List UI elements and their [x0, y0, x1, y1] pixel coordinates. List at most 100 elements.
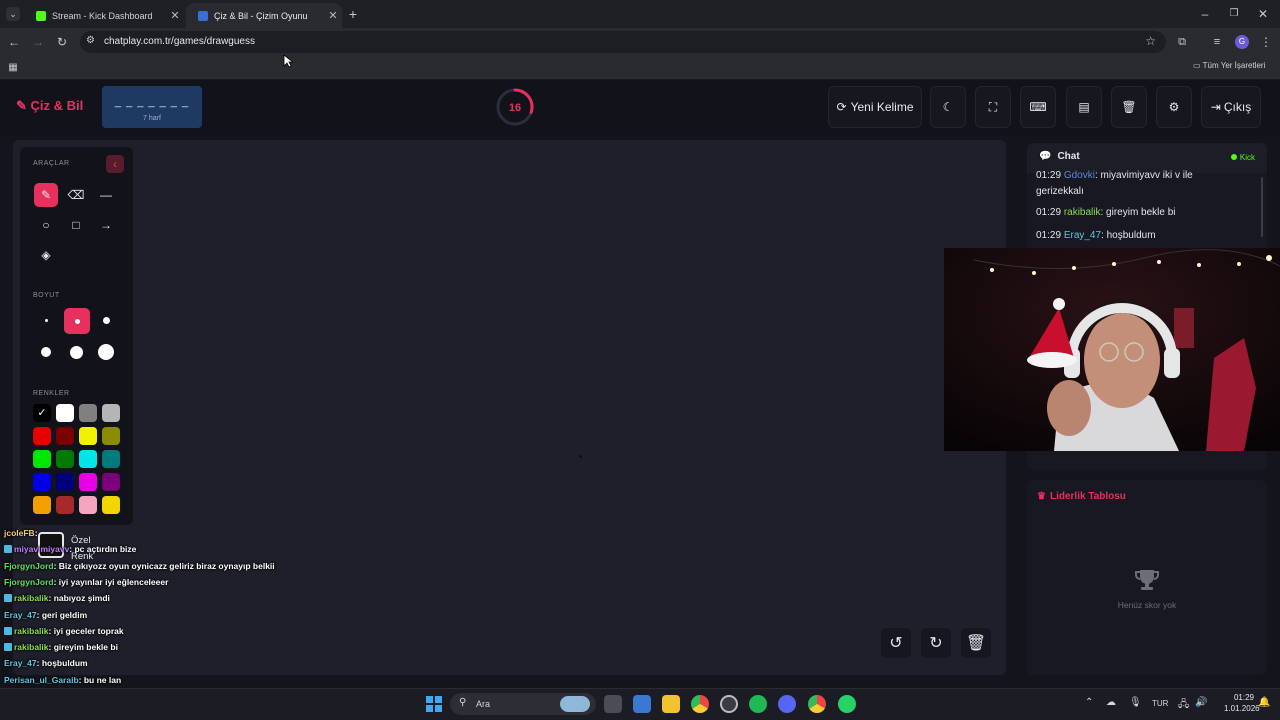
color-swatch[interactable]	[56, 473, 74, 491]
color-swatch[interactable]	[102, 473, 120, 491]
color-swatch[interactable]	[33, 450, 51, 468]
undo-button[interactable]: ↺	[881, 628, 911, 658]
color-swatch[interactable]	[102, 450, 120, 468]
volume-icon[interactable]: 🔊	[1195, 697, 1207, 708]
close-tab-icon[interactable]: ✕	[166, 9, 184, 22]
color-swatch[interactable]: ✓	[33, 404, 51, 422]
size-2[interactable]	[64, 308, 90, 334]
redo-button[interactable]: ↻	[921, 628, 951, 658]
obs-icon[interactable]	[720, 695, 738, 713]
eraser-icon: ⌫	[67, 188, 85, 202]
language-indicator[interactable]: TUR	[1152, 699, 1168, 708]
taskbar-clock[interactable]: 01:29 1.01.2026	[1224, 692, 1260, 714]
browser-menu-icon[interactable]: ⋮	[1258, 35, 1274, 49]
forward-icon[interactable]: →	[30, 35, 46, 49]
overlay-chat-line: rakibalik: gireyim bekle bi	[4, 642, 118, 652]
tab-ciz-bil[interactable]: Çiz & Bil - Çizim Oyunu ✕	[186, 3, 342, 28]
file-explorer-icon[interactable]	[662, 695, 680, 713]
circle-tool[interactable]: ○	[34, 213, 58, 237]
drawing-canvas[interactable]	[13, 140, 1006, 675]
clear-canvas-button[interactable]: 🗑	[961, 628, 991, 658]
chrome-active-icon[interactable]	[808, 695, 826, 713]
size-3[interactable]	[94, 308, 118, 332]
tab-kick-dashboard[interactable]: Stream - Kick Dashboard ✕	[24, 3, 184, 28]
tab-search-icon[interactable]: ⌄	[6, 7, 20, 21]
color-swatch[interactable]	[102, 404, 120, 422]
chat-scrollbar[interactable]	[1261, 177, 1263, 237]
color-swatch[interactable]	[79, 496, 97, 514]
spotify-icon[interactable]	[749, 695, 767, 713]
minimize-icon[interactable]: –	[1197, 7, 1213, 21]
window-close-icon[interactable]: ✕	[1255, 7, 1271, 21]
bookmarks-bar: ▦ ▭ Tüm Yer İşaretleri	[0, 56, 1280, 80]
whatsapp-icon[interactable]	[838, 695, 856, 713]
media-controls-icon[interactable]: ≡	[1209, 35, 1225, 49]
profile-avatar[interactable]: G	[1235, 35, 1249, 49]
color-swatch[interactable]	[56, 404, 74, 422]
rectangle-tool[interactable]: □	[64, 213, 88, 237]
color-swatch[interactable]	[33, 496, 51, 514]
keyboard-button[interactable]: ⌨	[1020, 86, 1056, 128]
color-swatch[interactable]	[79, 404, 97, 422]
site-settings-icon[interactable]: ⚙	[86, 35, 95, 46]
folder-icon: ▭	[1193, 61, 1201, 70]
url-text[interactable]: chatplay.com.tr/games/drawguess	[104, 36, 255, 47]
windows-start-icon[interactable]	[426, 696, 442, 712]
store-icon[interactable]	[633, 695, 651, 713]
exit-button[interactable]: ⇥ Çıkış	[1201, 86, 1261, 128]
size-6[interactable]	[94, 340, 118, 364]
size-4[interactable]	[34, 340, 58, 364]
undo-icon: ↺	[889, 635, 903, 652]
color-swatch[interactable]	[102, 496, 120, 514]
color-swatch[interactable]	[33, 427, 51, 445]
fill-tool[interactable]: ◈	[34, 243, 58, 267]
delete-button[interactable]: 🗑	[1111, 86, 1147, 128]
settings-button[interactable]: ⚙	[1156, 86, 1192, 128]
network-icon[interactable]: 🖧	[1178, 697, 1189, 714]
arrow-tool[interactable]: →	[94, 213, 118, 237]
fullscreen-button[interactable]: ⛶	[975, 86, 1011, 128]
collapse-panel-icon[interactable]: ‹	[106, 155, 124, 173]
restore-icon[interactable]: ❐	[1226, 7, 1242, 21]
tools-panel: ARAÇLAR ‹ ✎ ⌫ — ○ □ → ◈ BOYUT RENKLER ✓	[20, 147, 133, 525]
color-swatch[interactable]	[79, 427, 97, 445]
task-view-icon[interactable]	[604, 695, 622, 713]
bookmark-star-icon[interactable]: ☆	[1145, 34, 1156, 48]
tray-chevron-icon[interactable]: ⌃	[1085, 697, 1093, 708]
address-bar[interactable]: ⚙ chatplay.com.tr/games/drawguess ☆	[80, 31, 1166, 53]
color-swatch[interactable]	[79, 473, 97, 491]
color-swatch[interactable]	[79, 450, 97, 468]
color-swatch[interactable]	[56, 450, 74, 468]
overlay-chat-line: FjorgynJord: iyi yayınlar iyi eğlencelee…	[4, 576, 169, 587]
archive-button[interactable]: ▤	[1066, 86, 1102, 128]
notifications-icon[interactable]: 🔔	[1258, 697, 1270, 708]
canvas-dot	[579, 455, 582, 458]
size-1[interactable]	[34, 308, 58, 332]
color-swatch[interactable]	[56, 427, 74, 445]
color-swatch[interactable]	[102, 427, 120, 445]
dark-mode-button[interactable]: ☾	[930, 86, 966, 128]
microphone-icon[interactable]: 🎙	[1129, 697, 1142, 708]
color-swatch[interactable]	[33, 473, 51, 491]
onedrive-icon[interactable]: ☁	[1106, 697, 1116, 708]
apps-grid-icon[interactable]: ▦	[5, 61, 21, 75]
new-tab-icon[interactable]: +	[345, 7, 361, 21]
chrome-icon[interactable]	[691, 695, 709, 713]
color-swatch[interactable]	[56, 496, 74, 514]
reload-icon[interactable]: ↻	[54, 35, 70, 49]
discord-icon[interactable]	[778, 695, 796, 713]
redo-icon: ↻	[929, 635, 943, 652]
eraser-tool[interactable]: ⌫	[64, 183, 88, 207]
size-5[interactable]	[64, 340, 88, 364]
back-icon[interactable]: ←	[6, 35, 22, 49]
line-tool[interactable]: —	[94, 183, 118, 207]
extensions-icon[interactable]: ⧉	[1174, 35, 1190, 49]
taskbar-search[interactable]: ⚲ Ara	[450, 693, 596, 715]
line-icon: —	[100, 188, 112, 202]
pen-tool[interactable]: ✎	[34, 183, 58, 207]
new-word-button[interactable]: ⟳ Yeni Kelime	[828, 86, 922, 128]
app-logo[interactable]: ✎ Çiz & Bil	[16, 98, 83, 114]
all-bookmarks[interactable]: ▭ Tüm Yer İşaretleri	[1193, 61, 1265, 70]
close-tab-icon[interactable]: ✕	[324, 9, 342, 22]
overlay-chat-line: rakibalik: nabıyoz şimdi	[4, 593, 110, 603]
